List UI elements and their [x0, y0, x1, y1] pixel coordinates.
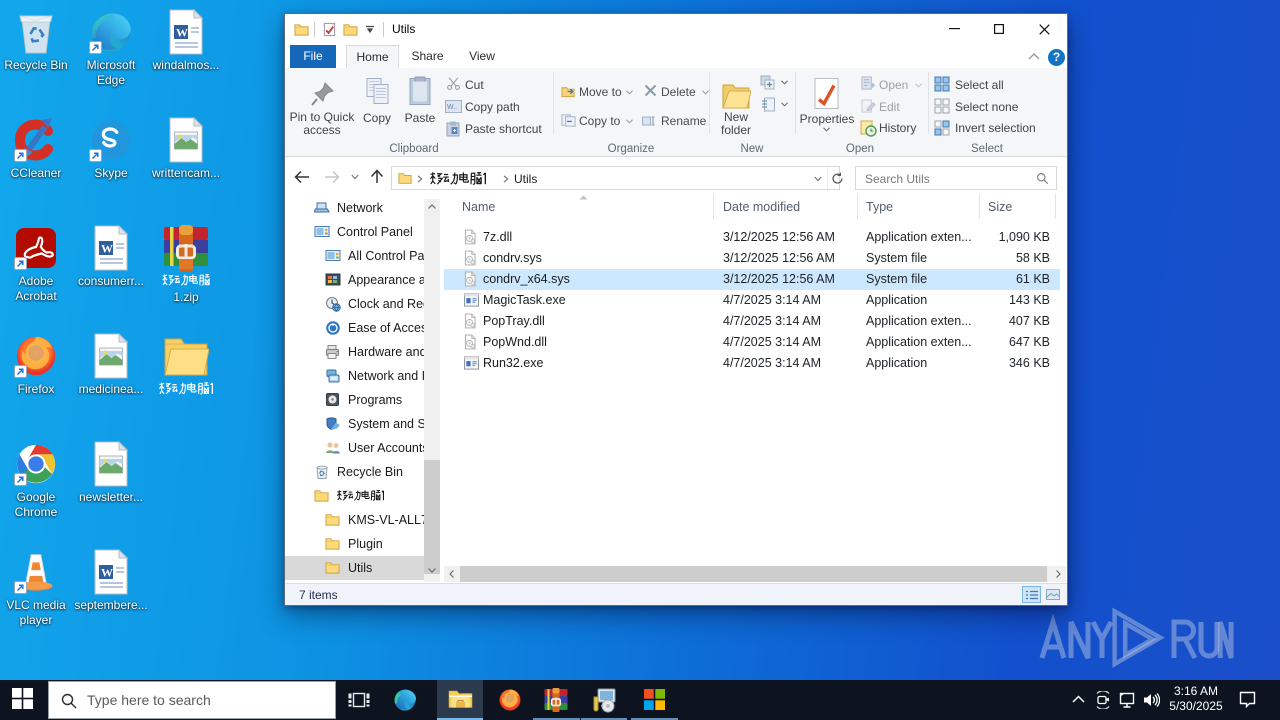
svg-text:W: W — [101, 242, 113, 256]
svg-text:W: W — [176, 26, 188, 40]
svg-text:W: W — [101, 566, 113, 580]
svg-text:W..: W.. — [447, 104, 457, 111]
